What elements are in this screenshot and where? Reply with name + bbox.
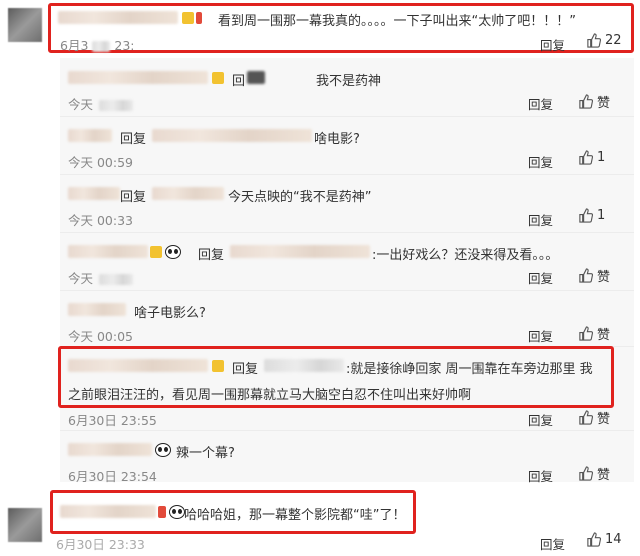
reply-button[interactable]: 回复 <box>528 210 553 229</box>
thumbs-up-icon <box>579 410 593 425</box>
divider <box>60 430 634 431</box>
like-button[interactable]: 14 <box>586 532 622 547</box>
reply-button[interactable]: 回复 <box>540 534 565 553</box>
thumbs-up-icon <box>587 33 601 48</box>
avatar[interactable] <box>8 508 42 542</box>
thumbs-up-icon <box>579 268 593 283</box>
divider <box>60 232 634 233</box>
reply-prefix: 回复 <box>120 190 147 205</box>
reply-time: 今天 <box>68 268 134 287</box>
reply-author[interactable] <box>68 186 120 201</box>
reply-text-continued: 之前眼泪汪汪的，看见周一围那幕就立马大脑空白忍不住叫出来好帅啊 <box>68 388 472 403</box>
reply-mention[interactable] <box>230 244 370 259</box>
comment-time: 6月30日 23:33 <box>56 537 145 552</box>
divider <box>60 116 634 117</box>
reply-prefix: 回 <box>232 74 246 89</box>
thumbs-up-icon <box>587 532 601 547</box>
reply-button[interactable]: 回复 <box>528 410 553 429</box>
like-button[interactable]: 赞 <box>578 464 610 483</box>
comment-time: 6月3 23: <box>60 38 135 53</box>
reply-button[interactable]: 回复 <box>528 94 553 113</box>
member-badge-icon <box>212 71 224 84</box>
like-button[interactable]: 赞 <box>578 408 610 427</box>
panda-emoji-icon <box>155 442 171 457</box>
reply-author[interactable] <box>68 358 224 373</box>
reply-mention[interactable] <box>152 128 312 143</box>
like-button[interactable]: 1 <box>578 150 605 165</box>
comment-author[interactable] <box>60 504 185 519</box>
reply-mention[interactable] <box>152 186 224 201</box>
reply-prefix: 回复 <box>232 362 259 377</box>
reply-text: 今天点映的“我不是药神” <box>228 190 372 205</box>
reply-time: 今天 00:33 <box>68 213 133 228</box>
reply-button[interactable]: 回复 <box>540 35 565 54</box>
reply-text: :一出好戏么？还没来得及看。。。 <box>372 248 559 263</box>
reply-time: 6月30日 23:55 <box>68 413 157 428</box>
panda-emoji-icon <box>165 244 181 259</box>
reply-text: 我不是药神 <box>316 74 382 89</box>
divider <box>60 174 634 175</box>
member-badge-icon <box>196 11 202 24</box>
like-button[interactable]: 1 <box>578 208 605 223</box>
reply-text: 辣一个幕? <box>176 446 235 461</box>
reply-author[interactable] <box>68 244 181 259</box>
like-button[interactable]: 赞 <box>578 324 610 343</box>
thumbs-up-icon <box>579 326 593 341</box>
member-badge-icon <box>182 11 194 24</box>
thumbs-up-icon <box>579 150 593 165</box>
reply-time: 6月30日 23:54 <box>68 469 157 484</box>
reply-button[interactable]: 回复 <box>528 268 553 287</box>
reply-mention[interactable] <box>264 358 344 373</box>
reply-text: :就是接徐峥回家 周一围靠在车旁边那里 我 <box>346 362 593 377</box>
reply-mention[interactable] <box>247 70 265 85</box>
panda-emoji-icon <box>169 504 185 519</box>
reply-time: 今天 00:59 <box>68 155 133 170</box>
reply-author[interactable] <box>68 70 224 85</box>
comment-text: 看到周一围那一幕我真的。。。。一下子叫出来“太帅了吧！！！” <box>218 14 576 29</box>
reply-button[interactable]: 回复 <box>528 152 553 171</box>
reply-time: 今天 00:05 <box>68 329 133 344</box>
comment-author[interactable] <box>58 10 202 25</box>
divider <box>60 290 634 291</box>
reply-button[interactable]: 回复 <box>528 326 553 345</box>
reply-author[interactable] <box>68 302 126 317</box>
thumbs-up-icon <box>579 466 593 481</box>
member-badge-icon <box>212 359 224 372</box>
thumbs-up-icon <box>579 94 593 109</box>
reply-button[interactable]: 回复 <box>528 466 553 485</box>
reply-author[interactable] <box>68 128 112 143</box>
member-badge-icon <box>150 245 162 258</box>
thumbs-up-icon <box>579 208 593 223</box>
avatar[interactable] <box>8 8 42 42</box>
like-button[interactable]: 赞 <box>578 266 610 285</box>
reply-text: 啥子电影么? <box>134 306 206 321</box>
reply-time: 今天 <box>68 94 134 113</box>
member-badge-icon <box>158 505 166 518</box>
reply-prefix: 回复 <box>120 132 147 147</box>
comment-text: 哈哈哈姐，那一幕整个影院都“哇”了！ <box>184 508 406 523</box>
reply-text: 啥电影? <box>314 132 360 147</box>
reply-prefix: 回复 <box>198 248 225 263</box>
reply-author[interactable] <box>68 442 171 457</box>
like-button[interactable]: 赞 <box>578 92 610 111</box>
like-button[interactable]: 22 <box>586 33 622 48</box>
